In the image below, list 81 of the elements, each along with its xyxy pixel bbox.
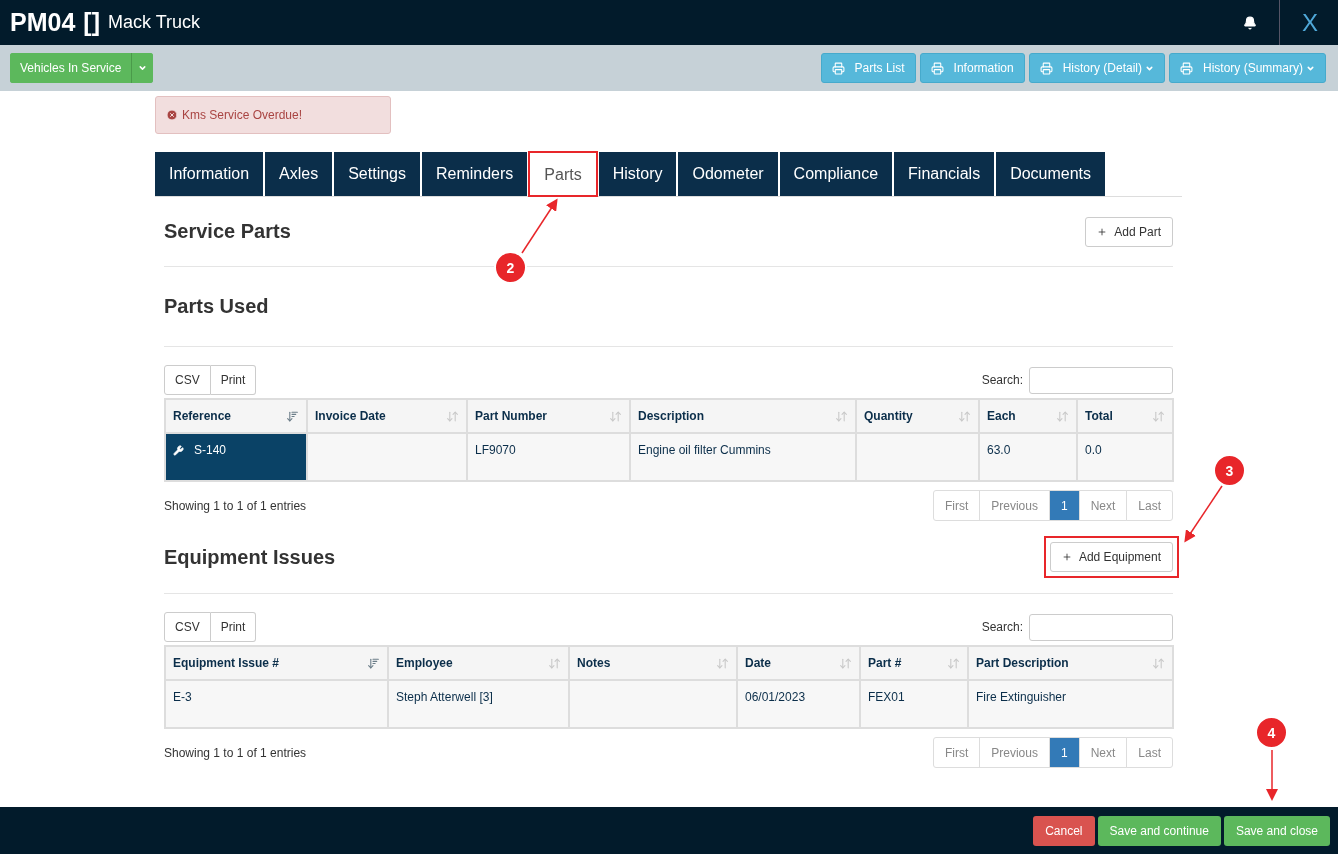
column-header[interactable]: Notes [569,646,737,680]
export-button[interactable]: CSV [164,365,211,395]
alert-text: Kms Service Overdue! [182,108,303,122]
search-label: Search: [981,373,1023,387]
export-button[interactable]: Print [210,365,257,395]
column-header[interactable]: Part Number [467,399,630,433]
error-icon [166,109,178,121]
tab[interactable]: Settings [334,152,420,196]
search-label: Search: [981,620,1023,634]
printer-icon [930,61,944,75]
column-header[interactable]: Employee [388,646,569,680]
column-header[interactable]: Date [737,646,860,680]
tab[interactable]: History [598,152,677,196]
search-field[interactable] [1029,613,1173,641]
annotation-arrow [521,198,558,254]
printer-icon [1039,61,1053,75]
table-cell: Engine oil filter Cummins [630,433,856,481]
export-button[interactable]: CSV [164,612,211,642]
pagination-button[interactable]: Last [1126,490,1173,521]
column-header[interactable]: Part # [860,646,968,680]
table-cell: 0.0 [1077,433,1173,481]
step-number-badge: 2 [494,251,527,284]
pagination-button[interactable]: Next [1078,737,1128,768]
vehicle-symbol: [] [83,8,100,37]
column-header[interactable]: Each [979,399,1077,433]
annotation-arrow [1266,749,1278,801]
column-header[interactable]: Total [1077,399,1173,433]
tab[interactable]: Axles [265,152,333,196]
annotation-arrow [1184,485,1223,543]
step-number-badge: 3 [1213,454,1246,487]
section-title: Service Parts [164,219,291,244]
column-header[interactable]: Reference [165,399,307,433]
entries-info: Showing 1 to 1 of 1 entries [164,498,307,513]
step-number-badge: 4 [1255,716,1288,749]
plus-icon [1061,552,1072,562]
table-cell[interactable]: E-3 [165,680,388,728]
pagination-button[interactable]: Previous [979,737,1050,768]
add-part-button[interactable]: Add Part [1085,216,1173,247]
footer-button[interactable]: Cancel [1033,815,1095,846]
tab[interactable]: Financials [894,152,995,196]
tab[interactable]: Odometer [678,152,778,196]
column-header[interactable]: Equipment Issue # [165,646,388,680]
entries-info: Showing 1 to 1 of 1 entries [164,745,307,760]
pagination-button[interactable]: Next [1078,490,1128,521]
column-header[interactable]: Invoice Date [307,399,467,433]
notification-bell-icon[interactable] [1243,15,1257,30]
column-header[interactable]: Quantity [856,399,979,433]
add-equipment-button[interactable]: Add Equipment [1049,542,1173,572]
table-cell[interactable]: S-140 [165,433,307,481]
column-header[interactable]: Description [630,399,856,433]
printer-icon [831,61,845,75]
tab[interactable]: Information [155,152,264,196]
plus-icon [1097,226,1108,237]
tab[interactable]: Reminders [422,152,528,196]
tab[interactable]: Compliance [779,152,893,196]
table-cell: Steph Atterwell [3] [388,680,569,728]
tab[interactable]: Documents [996,152,1106,196]
tab[interactable]: Parts [529,152,597,196]
pagination-button[interactable]: Previous [979,490,1050,521]
search-field[interactable] [1029,366,1173,394]
wrench-icon [173,444,184,456]
printer-icon [1180,61,1193,75]
table-cell: LF9070 [467,433,630,481]
vehicle-code: PM04 [10,8,76,37]
pagination-button[interactable]: First [932,490,981,521]
table-cell: Fire Extinguisher [968,680,1173,728]
dropdown-button[interactable] [131,53,154,83]
export-button[interactable]: Print [210,612,257,642]
column-header[interactable]: Part Description [968,646,1173,680]
table-cell: 06/01/2023 [737,680,860,728]
pagination-button[interactable]: 1 [1048,737,1080,768]
vehicle-name: Mack Truck [107,12,200,33]
pagination-button[interactable]: 1 [1048,490,1080,521]
table-cell: 63.0 [979,433,1077,481]
reference-text: S-140 [194,443,227,457]
pagination-button[interactable]: Last [1126,737,1173,768]
table-cell: FEX01 [860,680,968,728]
section-title: Equipment Issues [164,544,336,570]
caret-icon [138,63,148,73]
section-title: Parts Used [164,294,269,319]
pagination-button[interactable]: First [932,737,981,768]
